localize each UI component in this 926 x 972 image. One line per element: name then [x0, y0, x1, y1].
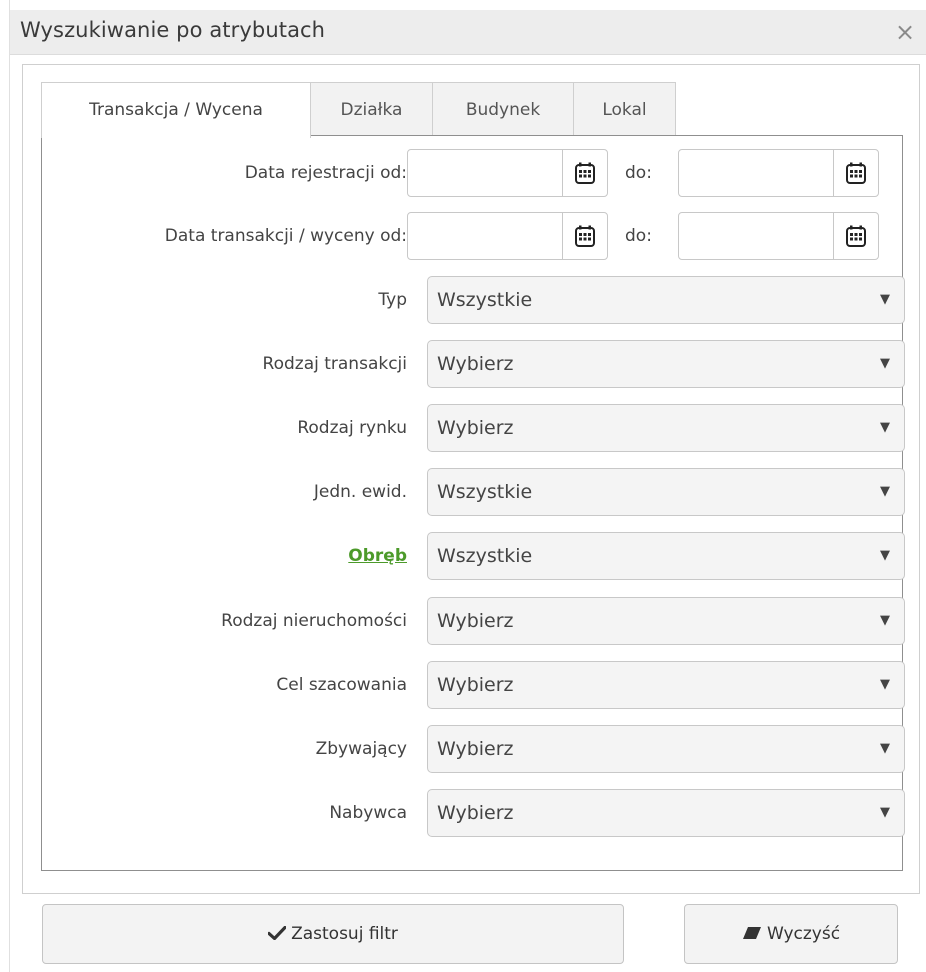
registration-date-row: Data rejestracji od: do: [42, 149, 904, 197]
tab-budynek[interactable]: Budynek [432, 82, 574, 136]
chevron-down-icon: ▼ [880, 677, 890, 692]
close-icon[interactable]: × [894, 20, 916, 44]
rodzaj-transakcji-value: Wybierz [437, 353, 514, 375]
zbywajacy-value: Wybierz [437, 738, 514, 760]
chevron-down-icon: ▼ [880, 613, 890, 628]
rodzaj-rynku-value: Wybierz [437, 417, 514, 439]
jedn-ewid-select[interactable]: Wszystkie ▼ [427, 468, 905, 516]
chevron-down-icon: ▼ [880, 292, 890, 307]
transaction-from-label: Data transakcji / wyceny od: [164, 226, 407, 246]
check-icon [267, 925, 287, 944]
registration-from-input[interactable] [407, 149, 608, 197]
eraser-icon [742, 925, 762, 944]
chevron-down-icon: ▼ [880, 484, 890, 499]
rodzaj-nieruchomosci-label: Rodzaj nieruchomości [221, 611, 407, 631]
filter-row-typ: Typ Wszystkie ▼ [42, 276, 905, 324]
attribute-search-dialog: Wyszukiwanie po atrybutach × Transakcja … [10, 10, 926, 972]
typ-value: Wszystkie [437, 289, 533, 311]
rodzaj-nieruchomosci-select[interactable]: Wybierz ▼ [427, 597, 905, 645]
filter-row-rodzaj-rynku: Rodzaj rynku Wybierz ▼ [42, 404, 905, 452]
nabywca-value: Wybierz [437, 802, 514, 824]
chevron-down-icon: ▼ [880, 548, 890, 563]
filter-row-rodzaj-transakcji: Rodzaj transakcji Wybierz ▼ [42, 340, 905, 388]
transaction-to-label: do: [625, 226, 652, 246]
filter-row-nabywca: Nabywca Wybierz ▼ [42, 789, 905, 837]
apply-filter-button[interactable]: Zastosuj filtr [42, 904, 624, 964]
dialog-title: Wyszukiwanie po atrybutach [20, 18, 326, 42]
filter-row-jedn-ewid: Jedn. ewid. Wszystkie ▼ [42, 468, 905, 516]
transaction-from-input[interactable] [407, 212, 608, 260]
chevron-down-icon: ▼ [880, 420, 890, 435]
registration-to-label: do: [625, 163, 652, 183]
dialog-titlebar[interactable]: Wyszukiwanie po atrybutach × [10, 10, 926, 55]
calendar-icon[interactable] [833, 213, 878, 259]
obreb-value: Wszystkie [437, 545, 533, 567]
nabywca-select[interactable]: Wybierz ▼ [427, 789, 905, 837]
clear-button[interactable]: Wyczyść [684, 904, 898, 964]
rodzaj-nieruchomosci-value: Wybierz [437, 610, 514, 632]
obreb-select[interactable]: Wszystkie ▼ [427, 532, 905, 580]
tab-content-transakcja: Data rejestracji od: do: Data transakcji… [41, 135, 905, 871]
transaction-to-field[interactable] [679, 213, 835, 259]
nabywca-label: Nabywca [329, 803, 407, 823]
typ-label: Typ [378, 290, 407, 310]
calendar-icon[interactable] [833, 150, 878, 196]
filter-row-obreb: Obręb Wszystkie ▼ [42, 532, 905, 580]
filter-row-rodzaj-nieruchomosci: Rodzaj nieruchomości Wybierz ▼ [42, 597, 905, 645]
rodzaj-transakcji-label: Rodzaj transakcji [262, 354, 407, 374]
registration-from-field[interactable] [408, 150, 564, 196]
filter-row-zbywajacy: Zbywający Wybierz ▼ [42, 725, 905, 773]
calendar-icon[interactable] [562, 213, 607, 259]
tab-lokal[interactable]: Lokal [573, 82, 676, 136]
obreb-link[interactable]: Obręb [348, 532, 407, 580]
jedn-ewid-label: Jedn. ewid. [313, 482, 407, 502]
transaction-to-input[interactable] [678, 212, 879, 260]
dialog-panel: Transakcja / Wycena Działka Budynek Loka… [22, 64, 920, 894]
transaction-from-field[interactable] [408, 213, 564, 259]
apply-filter-label: Zastosuj filtr [291, 924, 398, 944]
registration-to-field[interactable] [679, 150, 835, 196]
rodzaj-transakcji-select[interactable]: Wybierz ▼ [427, 340, 905, 388]
cel-szacowania-select[interactable]: Wybierz ▼ [427, 661, 905, 709]
cel-szacowania-value: Wybierz [437, 674, 514, 696]
chevron-down-icon: ▼ [880, 356, 890, 371]
registration-from-label: Data rejestracji od: [244, 163, 407, 183]
filter-row-cel-szacowania: Cel szacowania Wybierz ▼ [42, 661, 905, 709]
transaction-date-row: Data transakcji / wyceny od: do: [42, 212, 904, 260]
registration-to-input[interactable] [678, 149, 879, 197]
rodzaj-rynku-select[interactable]: Wybierz ▼ [427, 404, 905, 452]
chevron-down-icon: ▼ [880, 805, 890, 820]
tab-bar: Transakcja / Wycena Działka Budynek Loka… [41, 82, 676, 138]
calendar-icon[interactable] [562, 150, 607, 196]
rodzaj-rynku-label: Rodzaj rynku [297, 418, 407, 438]
clear-label: Wyczyść [766, 924, 841, 944]
cel-szacowania-label: Cel szacowania [276, 675, 407, 695]
typ-select[interactable]: Wszystkie ▼ [427, 276, 905, 324]
chevron-down-icon: ▼ [880, 741, 890, 756]
zbywajacy-label: Zbywający [315, 739, 407, 759]
jedn-ewid-value: Wszystkie [437, 481, 533, 503]
tab-dzialka[interactable]: Działka [310, 82, 433, 136]
zbywajacy-select[interactable]: Wybierz ▼ [427, 725, 905, 773]
tab-transakcja-wycena[interactable]: Transakcja / Wycena [41, 82, 311, 138]
